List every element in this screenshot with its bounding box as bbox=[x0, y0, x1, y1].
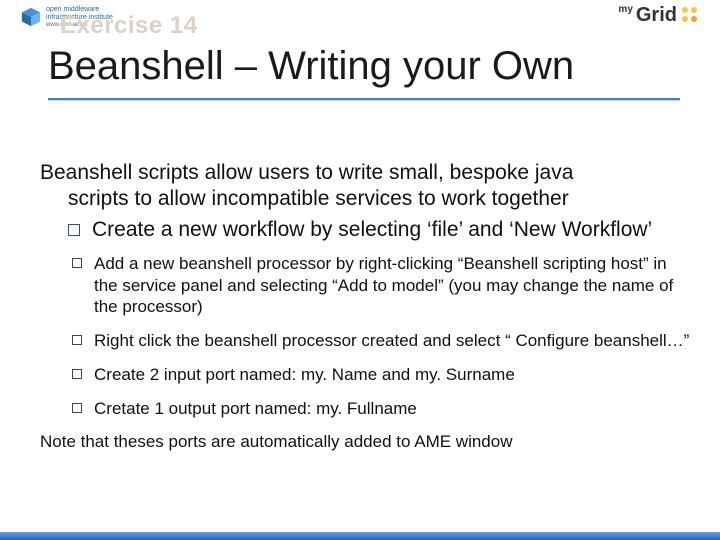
exercise-label: Exercise 14 bbox=[60, 12, 198, 40]
footer-bar bbox=[0, 532, 720, 540]
title-underline bbox=[48, 98, 680, 100]
secondary-bullet-list: Add a new beanshell processor by right-c… bbox=[40, 253, 690, 420]
slide: open middleware infrastructure institute… bbox=[0, 0, 720, 540]
cube-icon bbox=[20, 6, 42, 28]
list-item: Create 2 input port named: my. Name and … bbox=[72, 364, 690, 386]
grid-dots-icon bbox=[680, 5, 702, 27]
list-item: Create a new workflow by selecting ‘file… bbox=[68, 217, 690, 243]
list-item: Add a new beanshell processor by right-c… bbox=[72, 253, 690, 318]
lead-line2: scripts to allow incompatible services t… bbox=[40, 186, 690, 212]
lead-line1: Beanshell scripts allow users to write s… bbox=[40, 161, 573, 184]
content-area: Beanshell scripts allow users to write s… bbox=[40, 160, 690, 453]
mygrid-grid: Grid bbox=[636, 4, 677, 27]
note-text: Note that theses ports are automatically… bbox=[40, 431, 690, 453]
list-item: Right click the beanshell processor crea… bbox=[72, 330, 690, 352]
primary-bullet-list: Create a new workflow by selecting ‘file… bbox=[40, 217, 690, 243]
page-title: Beanshell – Writing your Own bbox=[48, 44, 574, 89]
lead-paragraph: Beanshell scripts allow users to write s… bbox=[40, 160, 690, 211]
mygrid-my: my bbox=[618, 4, 632, 15]
mygrid-logo: my Grid bbox=[618, 4, 702, 27]
list-item: Cretate 1 output port named: my. Fullnam… bbox=[72, 398, 690, 420]
header-area: open middleware infrastructure institute… bbox=[0, 0, 720, 108]
